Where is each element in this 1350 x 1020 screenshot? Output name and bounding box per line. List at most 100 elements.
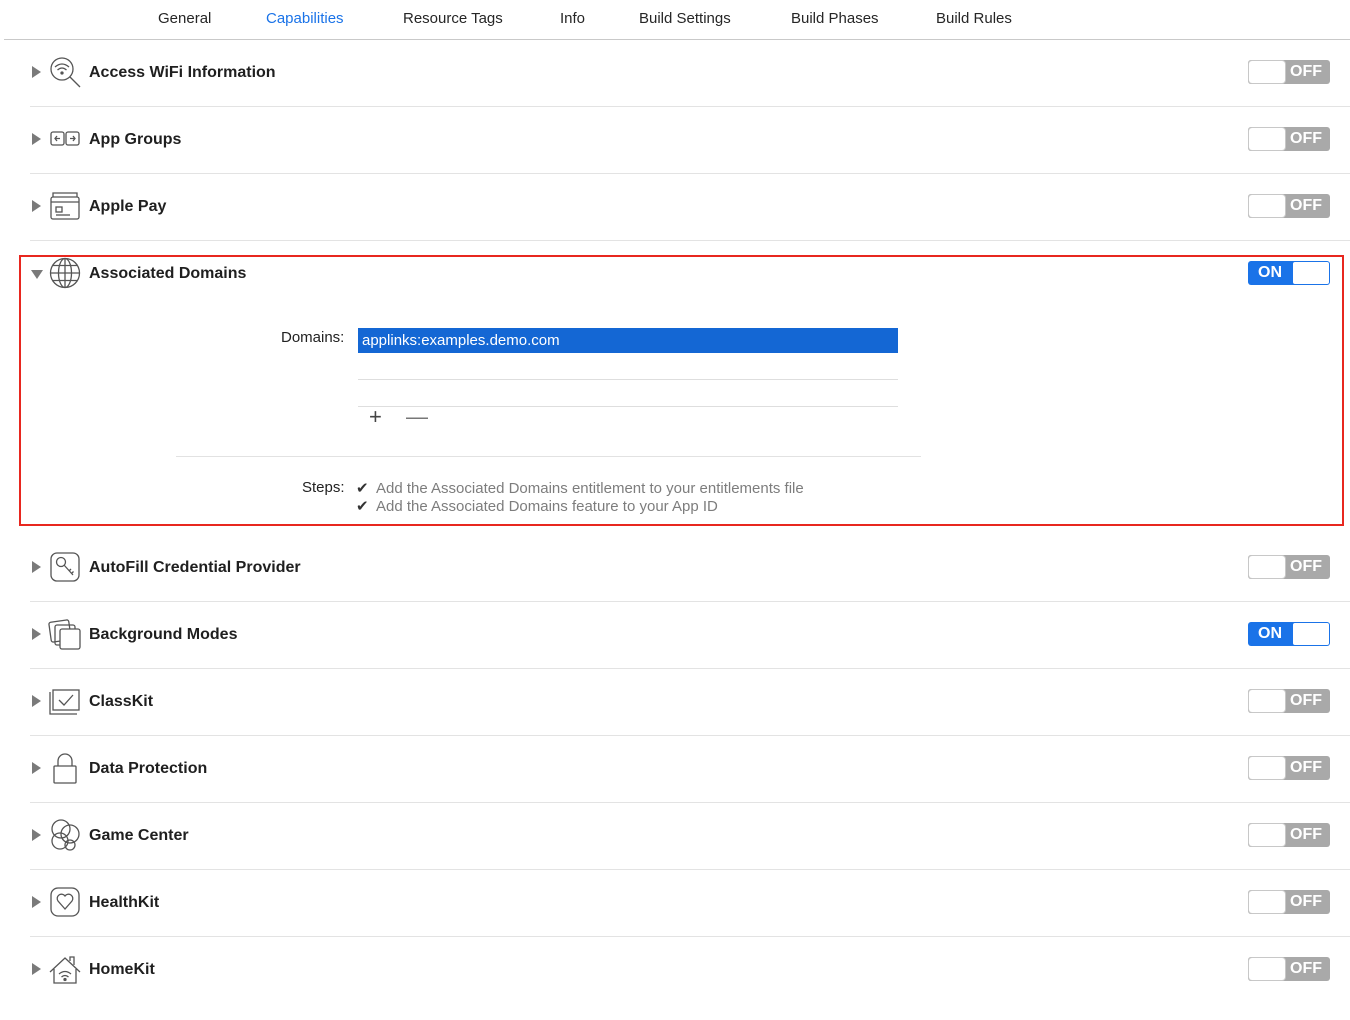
toggle-knob: [1249, 61, 1285, 83]
capability-label: Data Protection: [89, 760, 208, 777]
tab-build-rules[interactable]: Build Rules: [936, 10, 1012, 27]
domain-list-row-divider: [358, 379, 898, 380]
autofill-toggle[interactable]: OFF: [1248, 555, 1330, 579]
tab-bar: General Capabilities Resource Tags Info …: [0, 0, 1350, 40]
capability-row-data-protection: Data Protection OFF: [0, 736, 1350, 803]
globe-icon: [48, 256, 82, 290]
checkmark-icon: ✔: [356, 498, 369, 515]
capability-label: ClassKit: [89, 693, 154, 710]
app-groups-icon: [48, 122, 82, 156]
capability-row-access-wifi: Access WiFi Information OFF: [0, 40, 1350, 107]
layered-windows-icon: [48, 617, 82, 651]
capability-label: AutoFill Credential Provider: [89, 559, 301, 576]
toggle-knob: [1249, 556, 1285, 578]
toggle-state: ON: [1258, 625, 1282, 642]
associated-domains-section: Associated Domains ON Domains: applinks:…: [0, 241, 1350, 534]
disclosure-triangle[interactable]: [32, 762, 41, 774]
disclosure-triangle-expanded[interactable]: [31, 270, 43, 279]
tab-build-settings[interactable]: Build Settings: [639, 10, 731, 27]
wifi-search-icon: [48, 55, 82, 89]
tab-build-phases[interactable]: Build Phases: [791, 10, 879, 27]
domain-entry-selected[interactable]: applinks:examples.demo.com: [358, 328, 898, 353]
toggle-state: OFF: [1290, 960, 1322, 977]
toggle-state: OFF: [1290, 63, 1322, 80]
home-icon: [48, 952, 82, 986]
capability-label: Apple Pay: [89, 198, 167, 215]
capability-label: HealthKit: [89, 894, 160, 911]
capability-label: App Groups: [89, 131, 182, 148]
capability-row-apple-pay: Apple Pay OFF: [0, 174, 1350, 241]
toggle-state: OFF: [1290, 893, 1322, 910]
domain-list-bottom-border: [358, 406, 898, 407]
disclosure-triangle[interactable]: [32, 963, 41, 975]
toggle-knob: [1249, 824, 1285, 846]
lock-icon: [48, 751, 82, 785]
tab-capabilities[interactable]: Capabilities: [266, 10, 344, 27]
data-protection-toggle[interactable]: OFF: [1248, 756, 1330, 780]
classkit-icon: [48, 684, 82, 718]
toggle-state: OFF: [1290, 130, 1322, 147]
disclosure-triangle[interactable]: [32, 829, 41, 841]
background-modes-toggle[interactable]: ON: [1248, 622, 1330, 646]
add-domain-button[interactable]: +: [369, 406, 382, 428]
toggle-state: OFF: [1290, 826, 1322, 843]
tab-general[interactable]: General: [158, 10, 211, 27]
access-wifi-toggle[interactable]: OFF: [1248, 60, 1330, 84]
toggle-knob: [1249, 757, 1285, 779]
game-center-toggle[interactable]: OFF: [1248, 823, 1330, 847]
associated-domains-toggle[interactable]: ON: [1248, 261, 1330, 285]
healthkit-toggle[interactable]: OFF: [1248, 890, 1330, 914]
disclosure-triangle[interactable]: [32, 561, 41, 573]
disclosure-triangle[interactable]: [32, 896, 41, 908]
capability-row-app-groups: App Groups OFF: [0, 107, 1350, 174]
capability-row-background-modes: Background Modes ON: [0, 602, 1350, 669]
section-divider: [176, 456, 921, 457]
capability-label: Game Center: [89, 827, 189, 844]
checkmark-icon: ✔: [356, 480, 369, 497]
step-text: Add the Associated Domains entitlement t…: [376, 480, 804, 497]
tab-info[interactable]: Info: [560, 10, 585, 27]
app-groups-toggle[interactable]: OFF: [1248, 127, 1330, 151]
wallet-icon: [48, 189, 82, 223]
capability-row-homekit: HomeKit OFF: [0, 937, 1350, 1004]
toggle-state: OFF: [1290, 692, 1322, 709]
step-text: Add the Associated Domains feature to yo…: [376, 498, 718, 515]
homekit-toggle[interactable]: OFF: [1248, 957, 1330, 981]
toggle-knob: [1249, 891, 1285, 913]
tab-resource-tags[interactable]: Resource Tags: [403, 10, 503, 27]
capability-row-game-center: Game Center OFF: [0, 803, 1350, 870]
disclosure-triangle[interactable]: [32, 200, 41, 212]
game-center-icon: [48, 818, 82, 852]
toggle-state: OFF: [1290, 759, 1322, 776]
step-item: ✔ Add the Associated Domains entitlement …: [356, 479, 804, 497]
disclosure-triangle[interactable]: [32, 66, 41, 78]
classkit-toggle[interactable]: OFF: [1248, 689, 1330, 713]
capability-label: Background Modes: [89, 626, 238, 643]
toggle-knob: [1249, 128, 1285, 150]
step-item: ✔ Add the Associated Domains feature to y…: [356, 497, 718, 515]
capability-row-associated-domains: Associated Domains ON: [0, 241, 1350, 308]
domains-label: Domains:: [281, 329, 345, 346]
steps-label: Steps:: [302, 479, 345, 496]
toggle-knob: [1293, 262, 1329, 284]
apple-pay-toggle[interactable]: OFF: [1248, 194, 1330, 218]
toggle-knob: [1249, 690, 1285, 712]
key-icon: [48, 550, 82, 584]
toggle-knob: [1293, 623, 1329, 645]
heart-icon: [48, 885, 82, 919]
disclosure-triangle[interactable]: [32, 133, 41, 145]
toggle-state: OFF: [1290, 197, 1322, 214]
capability-row-classkit: ClassKit OFF: [0, 669, 1350, 736]
capability-row-healthkit: HealthKit OFF: [0, 870, 1350, 937]
toggle-state: ON: [1258, 264, 1282, 281]
toggle-knob: [1249, 958, 1285, 980]
capability-label: HomeKit: [89, 961, 155, 978]
disclosure-triangle[interactable]: [32, 628, 41, 640]
capability-row-autofill: AutoFill Credential Provider OFF: [0, 535, 1350, 602]
capability-label: Access WiFi Information: [89, 64, 276, 81]
toggle-knob: [1249, 195, 1285, 217]
disclosure-triangle[interactable]: [32, 695, 41, 707]
toggle-state: OFF: [1290, 558, 1322, 575]
remove-domain-button[interactable]: —: [406, 406, 428, 428]
capability-label: Associated Domains: [89, 265, 247, 282]
